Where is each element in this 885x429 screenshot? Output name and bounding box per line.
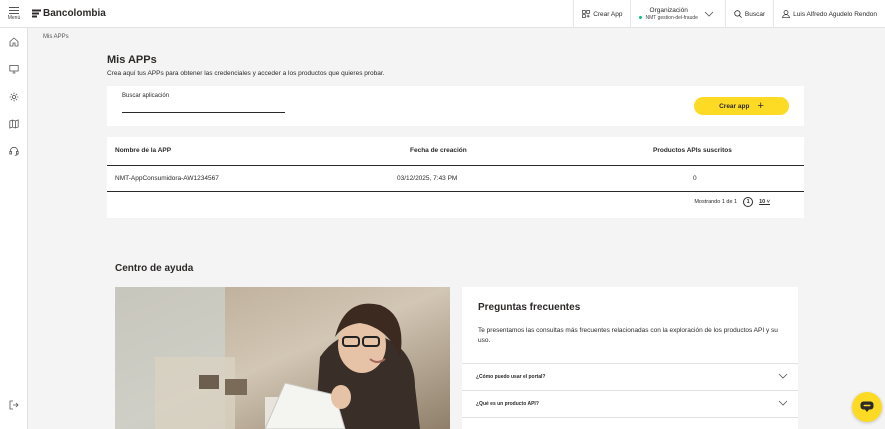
cell-products-count: 0 <box>693 175 697 182</box>
create-app-button[interactable]: Crear app + <box>694 97 789 115</box>
faq-item[interactable]: ¿Cómo puedo usar el portal? <box>462 363 798 390</box>
apps-table: Nombre de la APP Fecha de creación Produ… <box>107 137 804 218</box>
column-header-name[interactable]: Nombre de la APP <box>115 147 171 154</box>
faq-description: Te presentamos las consultas más frecuen… <box>478 327 778 345</box>
faq-title: Preguntas frecuentes <box>478 302 581 313</box>
menu-label: Menú <box>7 14 21 21</box>
logout-icon[interactable] <box>8 399 20 411</box>
create-app-label: Crear App <box>593 10 623 18</box>
organization-selector[interactable]: Organización NMT gestion-del-fraude <box>630 0 724 28</box>
create-app-link[interactable]: Crear App <box>573 0 630 28</box>
help-center-image <box>115 287 450 429</box>
top-bar: Menú Bancolombia Crear App Organización … <box>0 0 885 28</box>
map-icon[interactable] <box>8 118 20 130</box>
breadcrumb[interactable]: Mis APPs <box>43 34 69 40</box>
page-number-button[interactable]: 1 <box>743 197 754 207</box>
search-card: Buscar aplicación Crear app + <box>107 86 804 126</box>
search-icon <box>734 10 742 18</box>
chevron-down-icon <box>778 400 788 406</box>
brand-name: Bancolombia <box>43 8 106 19</box>
search-app-label: Buscar aplicación <box>122 93 170 99</box>
table-row[interactable]: NMT-AppConsumidora-AW1234567 03/12/2025,… <box>107 167 804 192</box>
menu-button[interactable]: Menú <box>0 0 28 28</box>
user-icon <box>782 10 791 18</box>
page-title: Mis APPs <box>107 54 157 66</box>
chat-icon <box>860 401 874 412</box>
cell-app-name[interactable]: NMT-AppConsumidora-AW1234567 <box>115 175 219 182</box>
settings-icon[interactable] <box>8 91 20 103</box>
bancolombia-logo-icon <box>32 9 41 18</box>
plus-icon: + <box>757 99 764 112</box>
org-label: Organización <box>649 7 688 15</box>
create-app-button-label: Crear app <box>719 102 750 110</box>
page-subtitle: Crea aquí tus APPs para obtener las cred… <box>107 70 385 77</box>
chevron-down-icon <box>778 373 788 379</box>
faq-item[interactable] <box>462 417 798 429</box>
search-label: Buscar <box>744 10 766 18</box>
faq-card: Preguntas frecuentes Te presentamos las … <box>462 287 798 429</box>
headset-icon[interactable] <box>8 145 20 157</box>
grid-plus-icon <box>582 10 591 18</box>
status-dot-icon <box>639 16 643 20</box>
pagination: Mostrando 1 de 1 1 10 ˅ <box>694 197 770 207</box>
faq-question: ¿Qué es un producto API? <box>476 401 539 407</box>
chat-button[interactable] <box>852 392 882 422</box>
table-header: Nombre de la APP Fecha de creación Produ… <box>107 137 804 166</box>
page-size-select[interactable]: 10 ˅ <box>759 199 770 205</box>
faq-question: ¿Cómo puedo usar el portal? <box>476 374 546 380</box>
cell-created-date: 03/12/2025, 7:43 PM <box>397 175 458 182</box>
search-button[interactable]: Buscar <box>724 0 773 28</box>
help-center-title: Centro de ayuda <box>115 263 194 274</box>
search-app-input[interactable] <box>122 103 285 113</box>
chevron-down-icon: ˅ <box>765 199 770 205</box>
user-name: Luis Alfredo Agudelo Rendon <box>793 10 877 18</box>
column-header-date[interactable]: Fecha de creación <box>410 147 467 154</box>
hamburger-icon <box>9 6 19 14</box>
user-menu[interactable]: Luis Alfredo Agudelo Rendon <box>773 0 885 28</box>
home-icon[interactable] <box>8 36 20 48</box>
chevron-down-icon <box>704 11 714 17</box>
brand-logo[interactable]: Bancolombia <box>32 8 106 19</box>
faq-item[interactable]: ¿Qué es un producto API? <box>462 390 798 417</box>
column-header-products[interactable]: Productos APIs suscritos <box>653 147 732 154</box>
pagination-summary: Mostrando 1 de 1 <box>694 199 738 205</box>
monitor-icon[interactable] <box>8 63 20 75</box>
org-name: NMT gestion-del-fraude <box>645 14 698 21</box>
sidebar <box>0 28 28 429</box>
